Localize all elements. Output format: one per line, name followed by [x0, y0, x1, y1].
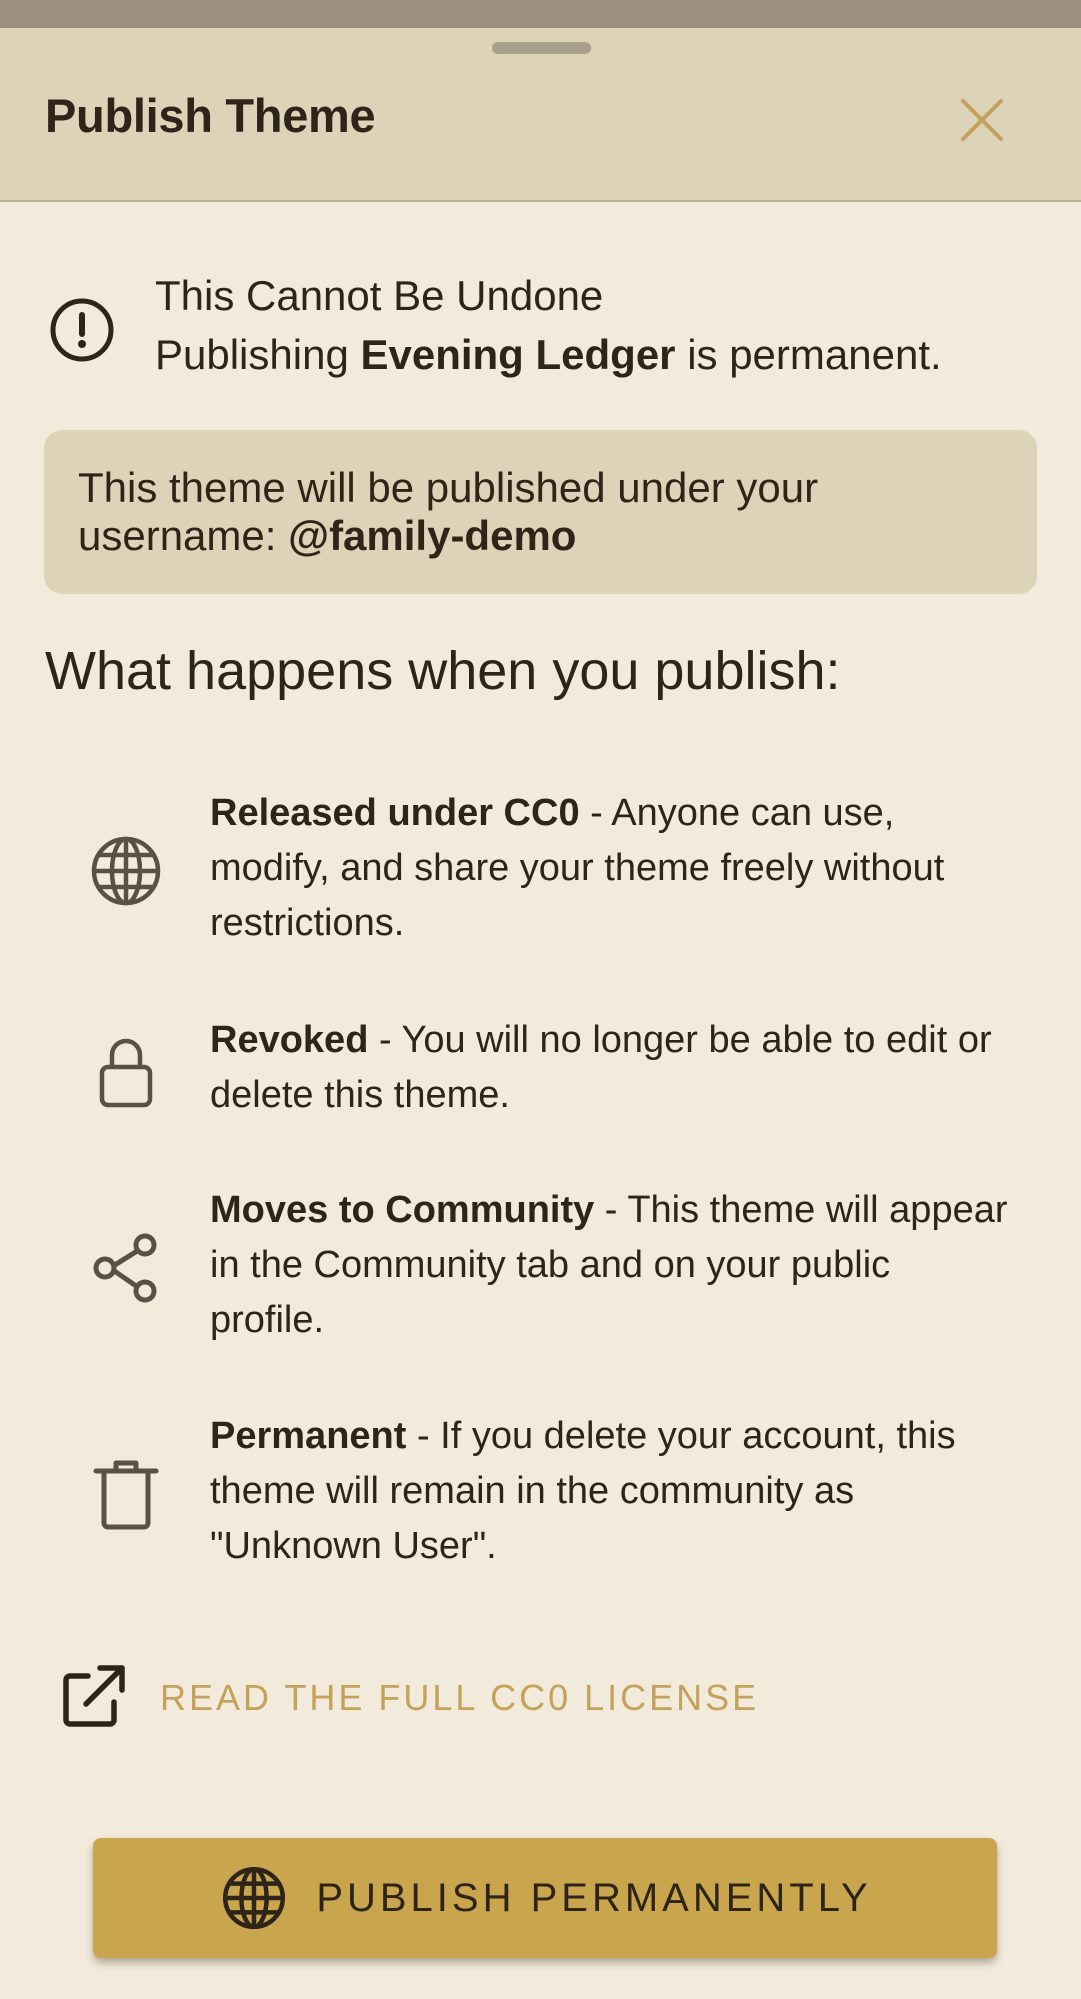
close-button[interactable]	[952, 90, 1012, 150]
notice-text: This theme will be published under your …	[78, 464, 819, 559]
list-item: Released under CC0 - Anyone can use, mod…	[210, 792, 945, 944]
list-item: Moves to Community - This theme will app…	[210, 1189, 1008, 1341]
external-link-icon	[63, 1665, 125, 1727]
drag-handle[interactable]	[492, 42, 591, 54]
lock-icon	[99, 1038, 153, 1108]
globe-icon	[91, 836, 161, 906]
alert-circle-icon	[50, 298, 114, 362]
list-item: Permanent - If you delete your account, …	[210, 1415, 956, 1567]
publish-permanently-button[interactable]: PUBLISH PERMANENTLY	[93, 1838, 997, 1958]
warning-subtitle: Publishing Evening Ledger is permanent.	[155, 331, 942, 378]
warning-title: This Cannot Be Undone	[155, 272, 604, 319]
trash-icon	[93, 1460, 159, 1530]
read-license-label: READ THE FULL CC0 LICENSE	[160, 1677, 760, 1718]
list-item: Revoked - You will no longer be able to …	[210, 1019, 992, 1116]
globe-icon	[223, 1866, 286, 1930]
theme-name: Evening Ledger	[360, 331, 676, 378]
publish-button-label: PUBLISH PERMANENTLY	[316, 1875, 872, 1920]
bottom-sheet: Publish Theme This Cannot Be Undone Publ…	[0, 28, 1081, 1999]
read-license-link[interactable]: READ THE FULL CC0 LICENSE	[56, 1658, 759, 1738]
sheet-header: Publish Theme	[0, 28, 1081, 202]
sheet-title: Publish Theme	[45, 89, 376, 142]
close-icon	[961, 99, 1003, 141]
share-icon	[93, 1233, 157, 1303]
username: @family-demo	[288, 512, 577, 559]
section-title: What happens when you publish:	[45, 641, 841, 701]
username-notice: This theme will be published under your …	[44, 430, 1037, 594]
